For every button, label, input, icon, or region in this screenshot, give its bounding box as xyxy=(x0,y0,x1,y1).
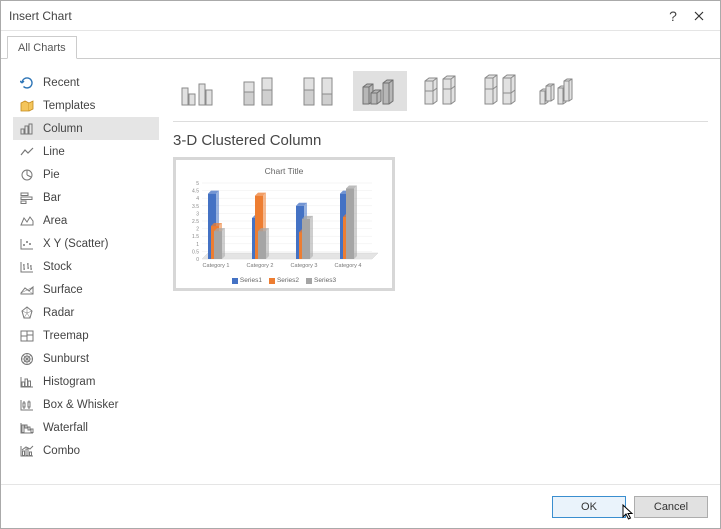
dialog-title: Insert Chart xyxy=(9,9,660,23)
svg-text:1.5: 1.5 xyxy=(192,234,199,240)
line-chart-icon xyxy=(19,144,35,160)
subtype-3d-stacked-column[interactable] xyxy=(413,71,467,111)
svg-text:Category 4: Category 4 xyxy=(335,263,362,269)
svg-text:0.5: 0.5 xyxy=(192,249,199,255)
sidebar-item-histogram[interactable]: Histogram xyxy=(13,370,159,393)
svg-text:Category 1: Category 1 xyxy=(203,263,230,269)
sidebar-item-label: Area xyxy=(43,215,67,227)
sidebar-item-label: Recent xyxy=(43,77,79,89)
templates-icon xyxy=(19,98,35,114)
svg-text:3.5: 3.5 xyxy=(192,204,199,210)
sidebar-item-label: Column xyxy=(43,123,83,135)
svg-text:3: 3 xyxy=(196,211,199,217)
subtype-3d-column[interactable] xyxy=(533,71,587,111)
area-chart-icon xyxy=(19,213,35,229)
pie-chart-icon xyxy=(19,167,35,183)
subtype-clustered-column[interactable] xyxy=(173,71,227,111)
sidebar-item-label: Treemap xyxy=(43,330,89,342)
close-button[interactable] xyxy=(686,4,712,28)
dialog-footer: OK Cancel xyxy=(1,484,720,528)
svg-text:4: 4 xyxy=(196,196,199,202)
chart-type-title: 3-D Clustered Column xyxy=(173,122,708,157)
sidebar-item-surface[interactable]: Surface xyxy=(13,278,159,301)
sidebar-item-box-whisker[interactable]: Box & Whisker xyxy=(13,393,159,416)
chart-preview-legend: Series1Series2Series3 xyxy=(232,274,336,284)
treemap-chart-icon xyxy=(19,328,35,344)
sidebar-item-label: Surface xyxy=(43,284,83,296)
recent-icon xyxy=(19,75,35,91)
sidebar-item-line[interactable]: Line xyxy=(13,140,159,163)
sidebar-item-label: Box & Whisker xyxy=(43,399,118,411)
sidebar-item-column[interactable]: Column xyxy=(13,117,159,140)
svg-text:4.5: 4.5 xyxy=(192,189,199,195)
sidebar-item-treemap[interactable]: Treemap xyxy=(13,324,159,347)
chart-category-sidebar: Recent Templates Column Line Pie Bar Are… xyxy=(13,67,159,476)
column-chart-icon xyxy=(19,121,35,137)
sidebar-item-templates[interactable]: Templates xyxy=(13,94,159,117)
svg-text:5: 5 xyxy=(196,181,199,187)
help-button[interactable]: ? xyxy=(660,4,686,28)
sunburst-chart-icon xyxy=(19,351,35,367)
sidebar-item-label: Bar xyxy=(43,192,61,204)
surface-chart-icon xyxy=(19,282,35,298)
sidebar-item-label: Pie xyxy=(43,169,60,181)
cancel-button[interactable]: Cancel xyxy=(634,496,708,518)
tabs-row: All Charts xyxy=(1,31,720,59)
subtype-3d-clustered-column[interactable] xyxy=(353,71,407,111)
chart-preview-title: Chart Title xyxy=(265,166,304,176)
sidebar-item-label: Waterfall xyxy=(43,422,88,434)
content-area: 3-D Clustered Column Chart Title 0 0.51 1.… xyxy=(173,67,708,476)
svg-text:Category 3: Category 3 xyxy=(291,263,318,269)
sidebar-item-label: X Y (Scatter) xyxy=(43,238,108,250)
chart-subtype-row xyxy=(173,67,708,122)
chart-preview-plot: 0 0.51 1.52 2.5 33.5 44.5 5 Category 1 Category … xyxy=(184,178,384,274)
waterfall-chart-icon xyxy=(19,420,35,436)
sidebar-item-area[interactable]: Area xyxy=(13,209,159,232)
svg-text:0: 0 xyxy=(196,257,199,263)
subtype-100-stacked-column[interactable] xyxy=(293,71,347,111)
svg-text:2: 2 xyxy=(196,227,199,233)
tab-all-charts[interactable]: All Charts xyxy=(7,36,77,59)
sidebar-item-scatter[interactable]: X Y (Scatter) xyxy=(13,232,159,255)
sidebar-item-radar[interactable]: Radar xyxy=(13,301,159,324)
bar-chart-icon xyxy=(19,190,35,206)
chart-preview[interactable]: Chart Title 0 0.51 1.52 2.5 33.5 44.5 5 Categor… xyxy=(173,157,395,291)
subtype-stacked-column[interactable] xyxy=(233,71,287,111)
sidebar-item-label: Sunburst xyxy=(43,353,89,365)
svg-text:2.5: 2.5 xyxy=(192,219,199,225)
svg-text:Category 2: Category 2 xyxy=(247,263,274,269)
scatter-chart-icon xyxy=(19,236,35,252)
ok-button[interactable]: OK xyxy=(552,496,626,518)
sidebar-item-label: Histogram xyxy=(43,376,95,388)
sidebar-item-stock[interactable]: Stock xyxy=(13,255,159,278)
sidebar-item-label: Stock xyxy=(43,261,72,273)
main-area: Recent Templates Column Line Pie Bar Are… xyxy=(1,59,720,484)
subtype-3d-100-stacked-column[interactable] xyxy=(473,71,527,111)
stock-chart-icon xyxy=(19,259,35,275)
sidebar-item-label: Line xyxy=(43,146,65,158)
sidebar-item-bar[interactable]: Bar xyxy=(13,186,159,209)
titlebar: Insert Chart ? xyxy=(1,1,720,31)
sidebar-item-sunburst[interactable]: Sunburst xyxy=(13,347,159,370)
sidebar-item-label: Templates xyxy=(43,100,95,112)
combo-chart-icon xyxy=(19,443,35,459)
sidebar-item-recent[interactable]: Recent xyxy=(13,71,159,94)
sidebar-item-label: Radar xyxy=(43,307,74,319)
sidebar-item-combo[interactable]: Combo xyxy=(13,439,159,462)
svg-text:1: 1 xyxy=(196,242,199,248)
sidebar-item-pie[interactable]: Pie xyxy=(13,163,159,186)
radar-chart-icon xyxy=(19,305,35,321)
box-whisker-chart-icon xyxy=(19,397,35,413)
sidebar-item-waterfall[interactable]: Waterfall xyxy=(13,416,159,439)
close-icon xyxy=(694,11,704,21)
sidebar-item-label: Combo xyxy=(43,445,80,457)
histogram-chart-icon xyxy=(19,374,35,390)
